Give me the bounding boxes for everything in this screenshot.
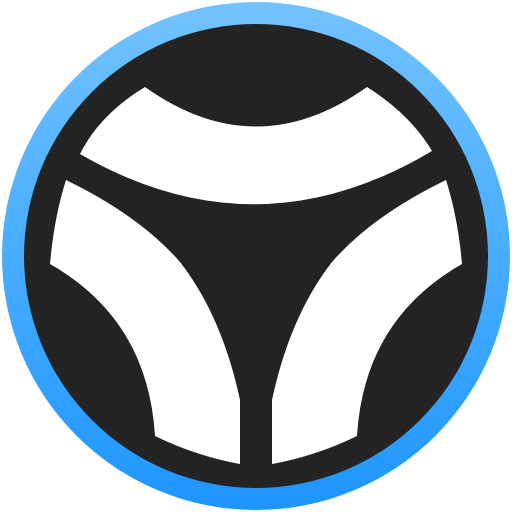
app-logo-icon xyxy=(2,2,510,510)
app-icon-canvas xyxy=(0,0,512,512)
